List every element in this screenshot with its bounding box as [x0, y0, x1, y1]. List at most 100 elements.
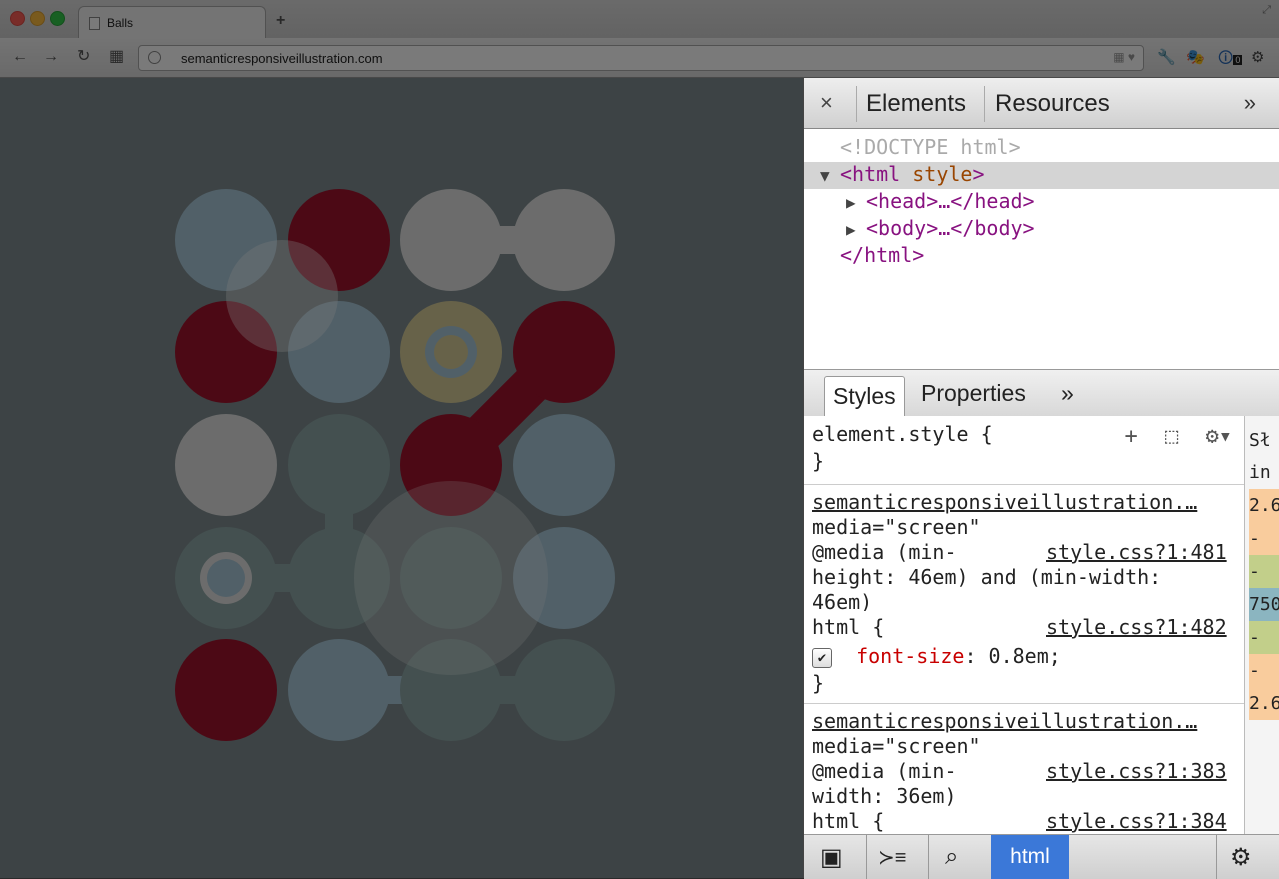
gear-icon[interactable]: ⚙▾ [1206, 424, 1233, 449]
body-node[interactable]: <body>…</body> [866, 216, 1035, 240]
html-open-end: > [972, 162, 985, 186]
divider [866, 835, 867, 879]
tab-styles[interactable]: Styles [824, 376, 905, 417]
collapsed-icon[interactable]: ▶ [846, 216, 856, 243]
ball [175, 639, 277, 741]
rule-divider [804, 703, 1244, 704]
ball [288, 414, 390, 516]
metrics-pane: Sł in 2.6- -750- -2.6 [1244, 416, 1279, 834]
media-query: @media (min- [812, 759, 957, 783]
html-close-node[interactable]: </html> [840, 243, 924, 267]
metrics-value: - [1249, 555, 1279, 588]
element-style-open[interactable]: element.style { [812, 422, 993, 446]
divider [984, 86, 985, 122]
stylesheet-link[interactable]: semanticresponsiveillustration.… [812, 709, 1197, 733]
browser-toolbar: ← → ↻ ▦ semanticresponsiveillustration.c… [0, 38, 1279, 78]
expand-icon[interactable]: ▼ [820, 162, 830, 189]
extension-glyph: 🛈 [1218, 50, 1234, 67]
divider [928, 835, 929, 879]
new-tab-button[interactable]: + [276, 12, 285, 30]
html-style-attr: style [912, 162, 973, 186]
divider [856, 86, 857, 122]
devtools-statusbar: ▣ ≻≡ ⌕ html ⚙ [804, 834, 1279, 879]
settings-icon[interactable]: ⚙ [1251, 48, 1264, 66]
doctype-node[interactable]: <!DOCTYPE html> [840, 135, 1021, 159]
ring-ball [434, 335, 468, 369]
devtools-panel: × Elements Resources » <!DOCTYPE html> ▼… [803, 78, 1279, 879]
dom-tree: <!DOCTYPE html> ▼ <html style> ▶ <head>…… [804, 129, 1279, 369]
styles-tabbar: Styles Properties » [804, 369, 1279, 417]
source-link[interactable]: style.css?1:482 [1046, 615, 1227, 639]
ball [288, 639, 390, 741]
stylesheet-link[interactable]: semanticresponsiveillustration.… [812, 490, 1197, 514]
tab-properties[interactable]: Properties [913, 380, 1034, 407]
close-icon[interactable]: × [820, 90, 833, 116]
browser-tab[interactable]: Balls [78, 6, 266, 39]
browser-chrome: Balls + ⤢ ← → ↻ ▦ semanticresponsiveillu… [0, 0, 1279, 78]
metrics-value: 2.6 [1249, 687, 1279, 720]
dock-icon[interactable]: ▣ [820, 843, 843, 872]
property-row: ✔ font-size: 0.8em; [812, 644, 1061, 668]
fullscreen-icon[interactable]: ⤢ [1262, 4, 1271, 17]
rule-close: } [812, 671, 825, 695]
rule-selector[interactable]: html { [812, 615, 884, 639]
minimize-window-button[interactable] [30, 11, 45, 26]
extension-badge-icon[interactable]: 🛈 0 [1218, 48, 1243, 73]
extension-badge: 0 [1233, 55, 1243, 65]
metrics-value: Sł [1249, 424, 1279, 457]
tab-elements[interactable]: Elements [866, 90, 966, 118]
inspect-icon[interactable]: ⬚ [1165, 424, 1178, 449]
forward-icon[interactable]: → [43, 48, 59, 66]
bookmark-icon[interactable]: ▦ ♥ [1113, 50, 1135, 64]
property-checkbox[interactable]: ✔ [812, 647, 832, 668]
media-query: @media (min- [812, 540, 957, 564]
rule-selector[interactable]: html { [812, 809, 884, 833]
source-link[interactable]: style.css?1:481 [1046, 540, 1227, 564]
html-open-tag: <html [840, 162, 901, 186]
back-icon[interactable]: ← [12, 48, 28, 66]
settings-icon[interactable]: ⚙ [1230, 843, 1252, 872]
property-value[interactable]: : 0.8em; [964, 644, 1060, 668]
add-rule-icon[interactable]: + [1125, 424, 1138, 449]
close-window-button[interactable] [10, 11, 25, 26]
collapsed-icon[interactable]: ▶ [846, 189, 856, 216]
ring-ball [207, 559, 245, 597]
url-text: semanticresponsiveillustration.com [181, 51, 383, 66]
metrics-value: - [1249, 621, 1279, 654]
translucent-ball [226, 240, 338, 352]
metrics-value: 750 [1249, 588, 1279, 621]
devtools-toolbar: × Elements Resources » [804, 78, 1279, 129]
maximize-window-button[interactable] [50, 11, 65, 26]
reload-icon[interactable]: ↻ [77, 48, 90, 66]
tab-resources[interactable]: Resources [995, 90, 1110, 118]
metrics-value: - [1249, 522, 1279, 555]
more-tabs-icon[interactable]: » [1244, 90, 1256, 116]
ball [513, 414, 615, 516]
styles-pane: + ⬚ ⚙▾ element.style { } semanticrespons… [804, 416, 1244, 834]
html-node[interactable]: <html style> [840, 162, 985, 186]
ball [513, 189, 615, 291]
apps-icon[interactable]: ▦ [109, 48, 124, 66]
media-query: height: 46em) and (min-width: [812, 565, 1162, 589]
ball [400, 189, 502, 291]
page-icon [89, 17, 100, 30]
console-icon[interactable]: ≻≡ [878, 845, 906, 870]
head-node[interactable]: <head>…</head> [866, 189, 1035, 213]
source-link[interactable]: style.css?1:384 [1046, 809, 1227, 833]
wrench-icon[interactable]: 🔧 [1157, 48, 1176, 66]
breadcrumb-html[interactable]: html [991, 835, 1069, 879]
extension-icon[interactable]: 🎭 [1186, 48, 1205, 66]
source-link[interactable]: style.css?1:383 [1046, 759, 1227, 783]
property-name[interactable]: font-size [856, 644, 964, 668]
globe-icon [148, 51, 161, 64]
search-icon[interactable]: ⌕ [945, 843, 958, 871]
ball [513, 301, 615, 403]
media-attr: media="screen" [812, 734, 981, 758]
more-tabs-icon[interactable]: » [1053, 380, 1082, 407]
address-bar[interactable]: semanticresponsiveillustration.com ▦ ♥ [138, 45, 1144, 71]
styles-toolbar: + ⬚ ⚙▾ [1125, 424, 1233, 449]
media-attr: media="screen" [812, 515, 981, 539]
divider [1216, 835, 1217, 879]
translucent-ball [354, 481, 548, 675]
metrics-value: 2.6 [1249, 489, 1279, 522]
